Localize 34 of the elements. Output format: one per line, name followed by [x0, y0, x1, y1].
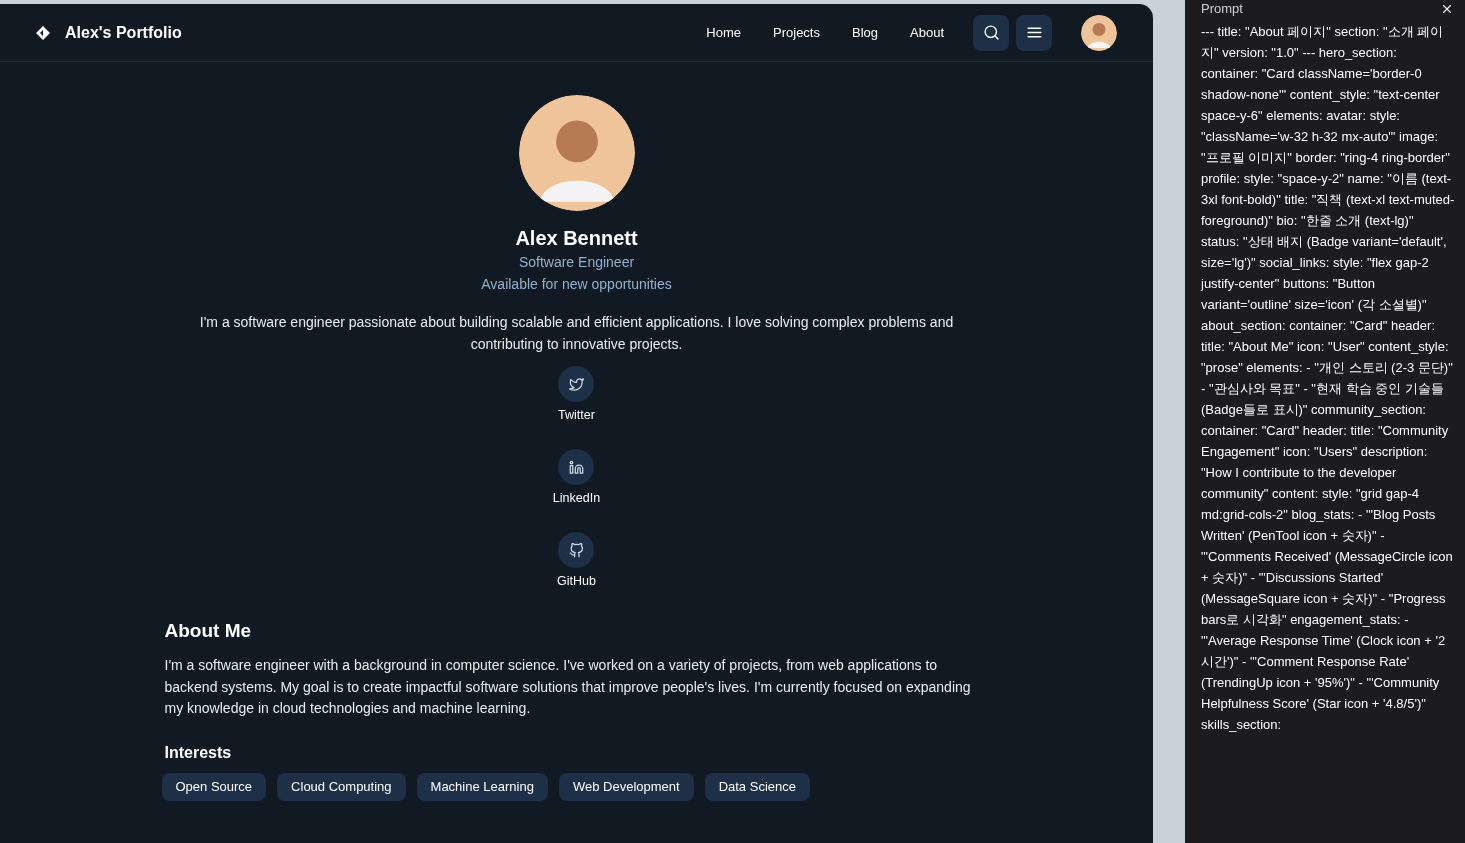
interest-tag: Web Development: [558, 772, 694, 801]
social-label: LinkedIn: [552, 490, 601, 506]
section-heading: About Me: [164, 619, 253, 643]
panel-title: Prompt: [1201, 2, 1243, 16]
job-title: Software Engineer: [518, 253, 635, 272]
interest-tag: Cloud Computing: [277, 772, 406, 801]
search-icon: [982, 24, 1000, 41]
menu-button[interactable]: [1016, 14, 1052, 51]
linkedin-icon: [569, 459, 584, 475]
status-text: Available for new opportunities: [481, 275, 672, 294]
social-button[interactable]: [558, 366, 595, 402]
interest-tag: Open Source: [161, 772, 267, 801]
social-label: Twitter: [558, 407, 595, 423]
bird-icon: [569, 376, 584, 392]
github-icon: [569, 542, 584, 558]
social-label: GitHub: [557, 573, 596, 589]
about-paragraph: I'm a software engineer with a background in computer science. I've worked on a variety of projects, from web applications to backend systems. My goal is to create impactful software solutions that improve people's lives. I'm currently focused on expanding my knowledge in cloud technologies and machine learning.: [164, 656, 972, 718]
nav-link[interactable]: About: [910, 22, 944, 43]
nav-link[interactable]: Projects: [773, 22, 820, 43]
nav-link[interactable]: Home: [706, 22, 741, 43]
close-icon: [1440, 2, 1454, 16]
interests-heading: Interests: [164, 742, 233, 763]
diamond-logo-icon: [36, 25, 50, 40]
brand-name: Alex's Portfolio: [65, 22, 182, 43]
social-button[interactable]: [558, 449, 595, 485]
interest-tag: Machine Learning: [416, 772, 548, 801]
social-button[interactable]: [558, 532, 595, 568]
avatar: [1081, 14, 1117, 51]
nav-link[interactable]: Blog: [852, 22, 878, 43]
search-button[interactable]: [973, 14, 1009, 51]
interest-tag: Data Science: [704, 772, 810, 801]
prompt-text: --- title: "About 페이지" section: "소개 페이지" version: "1.0" --- hero_section: container: "Card className='border-0 shadow-none'" content_style: "text-center space-y-6" elements: avatar: style: "className='w-32 h-32 mx-auto'" image: "프로필 이미지" border: "ring-4 ring-border" profile: style: "space-y-2" name: "이름 (text-3xl font-bold)" title: "직책 (text-xl text-muted-foreground)" bio: "한줄 소개 (text-lg)" status: "상태 배지 (Badge variant='default', size='lg')" social_links: style: "flex gap-2 justify-center" buttons: "Button variant='outline' size='icon' (각 소셜별)" about_section: container: "Card" header: title: "About Me" icon: "User" content_style: "prose" elements: - "개인 스토리 (2-3 문단)" - "관심사와 목표" - "현재 학습 중인 기술들 (Badge들로 표시)" community_section: container: "Card" header: title: "Community Engagement" icon: "Users" description: "How I contribute to the developer community" content: style: "grid gap-4 md:grid-cols-2" blog_stats: - "'Blog Posts Written' (PenTool icon + 숫자)" - "'Comments Received' (MessageCircle icon + 숫자)" - "'Discussions Started' (MessageSquare icon + 숫자)" - "Progress bars로 시각화" engagement_stats: - "'Average Response Time' (Clock icon + '2시간')" - "'Comment Response Rate' (TrendingUp icon + '95%')" - "'Community Helpfulness Score' (Star icon + '4.8/5')" skills_section:: [1201, 23, 1455, 734]
bio-text: I'm a software engineer passionate about building scalable and efficient applications. I love solving complex problems and contributing to innovative projects.: [198, 313, 955, 354]
profile-name: Alex Bennett: [515, 226, 638, 251]
